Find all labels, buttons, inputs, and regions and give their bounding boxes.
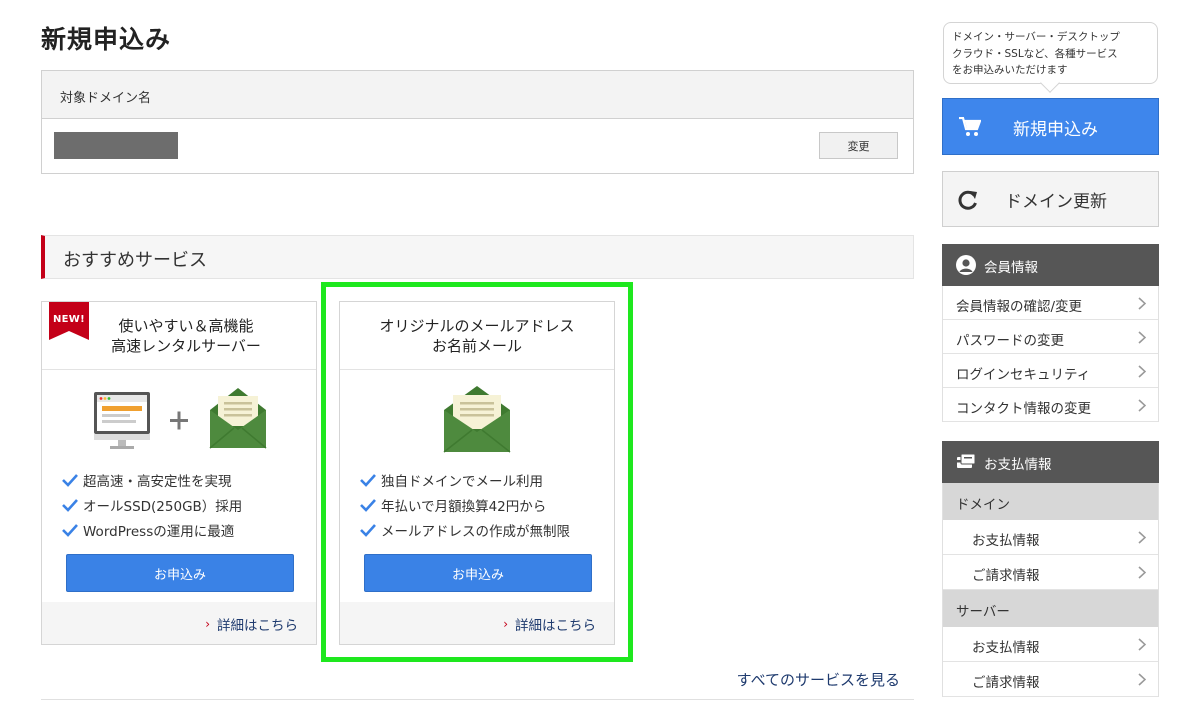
page-title: 新規申込み <box>41 25 172 54</box>
new-badge-text: NEW! <box>53 314 85 325</box>
sidebar-item-label: お支払情報 <box>972 640 1040 656</box>
member-menu: 会員情報の確認/変更 パスワードの変更 ログインセキュリティ コンタクト情報の変… <box>942 286 1159 422</box>
feature-list: 超高速・高安定性を実現 オールSSD(250GB）採用 WordPressの運用… <box>42 467 316 542</box>
new-application-button[interactable]: 新規申込み <box>942 98 1159 155</box>
user-icon <box>956 255 976 275</box>
envelope-icon <box>209 388 267 449</box>
chevron-right-icon <box>1138 365 1146 378</box>
chevron-right-icon <box>1138 297 1146 310</box>
recommended-services-heading: おすすめサービス <box>41 235 914 279</box>
sidebar-item-login-security[interactable]: ログインセキュリティ <box>943 354 1158 388</box>
payment-card-icon <box>957 453 976 468</box>
feature-item: 超高速・高安定性を実現 <box>62 467 316 492</box>
feature-item: WordPressの運用に最適 <box>62 517 316 542</box>
payment-category-server: サーバー <box>943 590 1158 627</box>
sidebar-item-contact-info[interactable]: コンタクト情報の変更 <box>943 388 1158 422</box>
apply-button[interactable]: お申込み <box>66 554 294 592</box>
refresh-icon <box>958 190 977 210</box>
member-info-header: 会員情報 <box>942 244 1159 286</box>
member-info-title: 会員情報 <box>984 260 1038 276</box>
monitor-icon <box>94 392 150 449</box>
feature-text: オールSSD(250GB）採用 <box>83 498 243 515</box>
check-icon <box>62 498 78 512</box>
feature-item: オールSSD(250GB）採用 <box>62 492 316 517</box>
cart-icon <box>959 117 981 136</box>
all-services-link[interactable]: すべてのサービスを見る <box>737 669 900 690</box>
details-link-text: 詳細はこちら <box>217 618 298 634</box>
sidebar-item-password[interactable]: パスワードの変更 <box>943 320 1158 354</box>
new-application-label: 新規申込み <box>1013 120 1098 140</box>
sidebar-item-domain-payment[interactable]: お支払情報 <box>943 520 1158 555</box>
sidebar-item-member-info[interactable]: 会員情報の確認/変更 <box>943 286 1158 320</box>
service-card-rental-server: NEW! 使いやすい＆高機能 高速レンタルサーバー 超高速・高安定性を実現 オー… <box>41 301 317 645</box>
sidebar-item-server-billing[interactable]: ご請求情報 <box>943 662 1158 697</box>
check-icon <box>62 523 78 537</box>
divider <box>41 699 914 700</box>
payment-info-title: お支払情報 <box>984 457 1052 473</box>
sidebar-item-label: コンタクト情報の変更 <box>956 401 1091 417</box>
chevron-right-icon <box>1138 673 1146 686</box>
domain-name-redacted <box>54 132 178 159</box>
chevron-right-icon: › <box>205 617 210 631</box>
chevron-right-icon <box>1138 399 1146 412</box>
card-title-text: 使いやすい＆高機能 高速レンタルサーバー <box>111 316 261 355</box>
change-domain-button[interactable]: 変更 <box>819 132 898 159</box>
check-icon <box>62 473 78 487</box>
sidebar-item-label: ご請求情報 <box>972 675 1040 691</box>
domain-renewal-button[interactable]: ドメイン更新 <box>942 171 1159 227</box>
sidebar-item-domain-billing[interactable]: ご請求情報 <box>943 555 1158 590</box>
target-domain-body: 変更 <box>42 119 913 173</box>
domain-renewal-label: ドメイン更新 <box>1005 192 1107 212</box>
sidebar-item-label: パスワードの変更 <box>956 333 1064 349</box>
payment-info-header: お支払情報 <box>942 441 1159 483</box>
sidebar-item-label: 会員情報の確認/変更 <box>956 299 1083 315</box>
sidebar-item-server-payment[interactable]: お支払情報 <box>943 627 1158 662</box>
chevron-right-icon <box>1138 531 1146 544</box>
sidebar-item-label: お支払情報 <box>972 533 1040 549</box>
feature-text: 超高速・高安定性を実現 <box>83 473 232 490</box>
card-illustration <box>42 370 316 460</box>
plus-icon <box>170 411 188 430</box>
payment-category-domain: ドメイン <box>943 483 1158 520</box>
chevron-right-icon <box>1138 566 1146 579</box>
new-badge: NEW! <box>49 302 89 340</box>
details-link[interactable]: › 詳細はこちら <box>205 614 298 634</box>
feature-text: WordPressの運用に最適 <box>83 523 235 540</box>
target-domain-box: 対象ドメイン名 変更 <box>41 70 914 174</box>
chevron-right-icon <box>1138 638 1146 651</box>
payment-menu: ドメイン お支払情報 ご請求情報 サーバー お支払情報 ご請求情報 <box>942 483 1159 697</box>
sidebar-item-label: ログインセキュリティ <box>956 367 1091 383</box>
target-domain-header: 対象ドメイン名 <box>42 71 913 119</box>
sidebar-item-label: ご請求情報 <box>972 568 1040 584</box>
chevron-right-icon <box>1138 331 1146 344</box>
card-footer: › 詳細はこちら <box>42 602 316 644</box>
highlight-frame <box>321 282 633 662</box>
